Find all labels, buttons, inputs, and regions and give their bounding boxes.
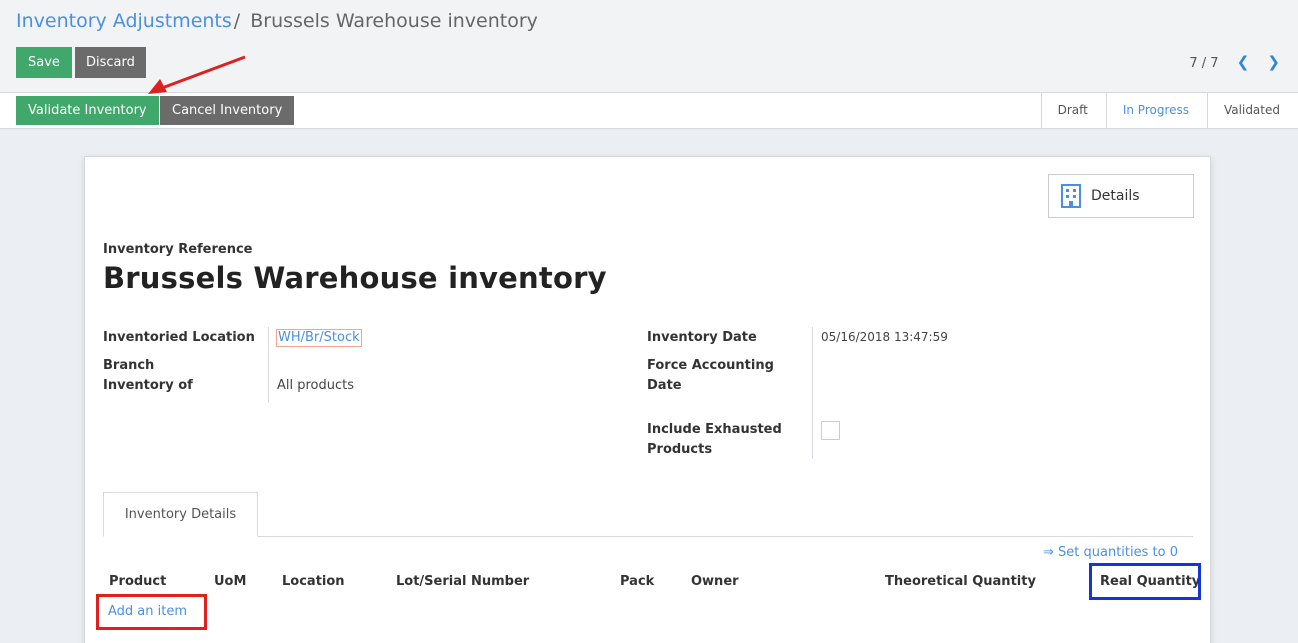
save-button[interactable]: Save — [16, 47, 72, 78]
stage-validated[interactable]: Validated — [1207, 93, 1298, 128]
force-date-label-line1: Force Accounting — [647, 358, 774, 373]
location-link[interactable]: WH/Br/Stock — [276, 329, 362, 347]
column-header-owner[interactable]: Owner — [691, 574, 739, 589]
form-sheet: Details Inventory Reference Brussels War… — [84, 156, 1211, 643]
inventory-of-label: Inventory of — [103, 378, 193, 393]
building-icon — [1061, 184, 1081, 208]
inventory-date-label: Inventory Date — [647, 330, 757, 345]
stage-draft[interactable]: Draft — [1040, 93, 1106, 128]
force-date-label-line2: Date — [647, 378, 682, 393]
cancel-inventory-button[interactable]: Cancel Inventory — [160, 96, 295, 125]
stage-in-progress[interactable]: In Progress — [1105, 93, 1208, 128]
chevron-left-icon[interactable]: ❮ — [1237, 53, 1250, 71]
breadcrumb: Inventory Adjustments / Brussels Warehous… — [16, 10, 538, 32]
column-header-lot-serial[interactable]: Lot/Serial Number — [396, 574, 529, 589]
details-button[interactable]: Details — [1048, 174, 1194, 218]
column-header-location[interactable]: Location — [282, 574, 345, 589]
breadcrumb-parent-link[interactable]: Inventory Adjustments — [16, 10, 232, 32]
set-quantities-link[interactable]: ⇒ Set quantities to 0 — [1043, 545, 1178, 560]
status-bar: Validate Inventory Cancel Inventory Draf… — [0, 92, 1298, 129]
inventory-of-value[interactable]: All products — [277, 378, 354, 393]
field-divider — [268, 327, 269, 403]
validate-inventory-button[interactable]: Validate Inventory — [16, 96, 159, 125]
pager: 7 / 7 ❮ ❯ — [1189, 53, 1280, 71]
column-header-product[interactable]: Product — [109, 574, 166, 589]
include-exhausted-label-line1: Include Exhausted — [647, 422, 782, 437]
column-header-pack[interactable]: Pack — [620, 574, 654, 589]
tab-divider — [103, 536, 1193, 537]
field-divider — [812, 327, 813, 459]
breadcrumb-current: Brussels Warehouse inventory — [250, 10, 538, 32]
include-exhausted-label-line2: Products — [647, 442, 713, 457]
stage-indicator: Draft In Progress Validated — [1040, 93, 1298, 128]
pager-value: 7 / 7 — [1189, 56, 1219, 71]
highlight-box-add-item — [96, 594, 207, 630]
column-header-uom[interactable]: UoM — [214, 574, 246, 589]
branch-label: Branch — [103, 358, 155, 373]
reference-label: Inventory Reference — [103, 242, 253, 257]
inventory-date-value[interactable]: 05/16/2018 13:47:59 — [821, 330, 948, 344]
annotation-arrow-icon — [148, 55, 246, 94]
breadcrumb-separator: / — [233, 10, 241, 32]
discard-button[interactable]: Discard — [75, 47, 146, 78]
location-label: Inventoried Location — [103, 330, 255, 345]
page-title[interactable]: Brussels Warehouse inventory — [103, 261, 607, 295]
details-button-label: Details — [1091, 188, 1140, 204]
chevron-right-icon[interactable]: ❯ — [1267, 53, 1280, 71]
highlight-box-real-quantity — [1089, 563, 1201, 600]
include-exhausted-checkbox[interactable] — [821, 421, 840, 440]
tab-inventory-details[interactable]: Inventory Details — [103, 492, 258, 537]
column-header-theoretical-quantity[interactable]: Theoretical Quantity — [885, 574, 1036, 589]
